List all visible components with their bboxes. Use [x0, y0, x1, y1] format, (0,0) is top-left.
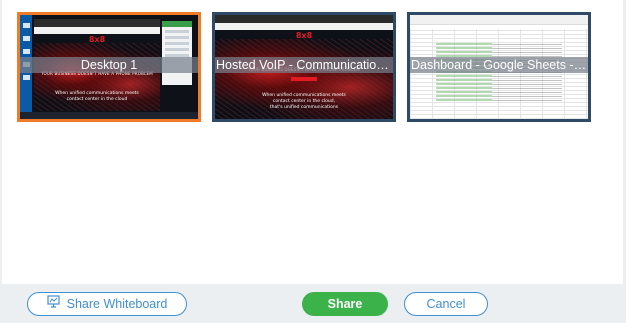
- cancel-button[interactable]: Cancel: [404, 292, 488, 316]
- share-screen-dialog: 8x8 YOUR BUSINESS DOESN'T HAVE A PHONE P…: [0, 0, 626, 323]
- share-whiteboard-label: Share Whiteboard: [66, 297, 168, 311]
- screen-caption: Hosted VoIP - Communications and: [215, 57, 393, 73]
- dialog-footer: Share Whiteboard Share Cancel: [0, 284, 626, 323]
- screen-caption: Desktop 1: [20, 57, 198, 73]
- screen-thumbnail-list: 8x8 YOUR BUSINESS DOESN'T HAVE A PHONE P…: [17, 12, 591, 122]
- screen-caption: Dashboard - Google Sheets - Googl: [410, 57, 588, 73]
- share-button[interactable]: Share: [302, 292, 388, 316]
- screen-thumbnail-hosted-voip[interactable]: 8x8 YOUR BUSINESS DOESN'T HAVE A PHONE P…: [212, 12, 396, 122]
- whiteboard-icon: [47, 293, 60, 315]
- screen-thumbnail-google-sheets[interactable]: Dashboard - Google Sheets - Googl: [407, 12, 591, 122]
- screen-thumbnail-desktop[interactable]: 8x8 YOUR BUSINESS DOESN'T HAVE A PHONE P…: [17, 12, 201, 122]
- share-whiteboard-button[interactable]: Share Whiteboard: [27, 292, 187, 316]
